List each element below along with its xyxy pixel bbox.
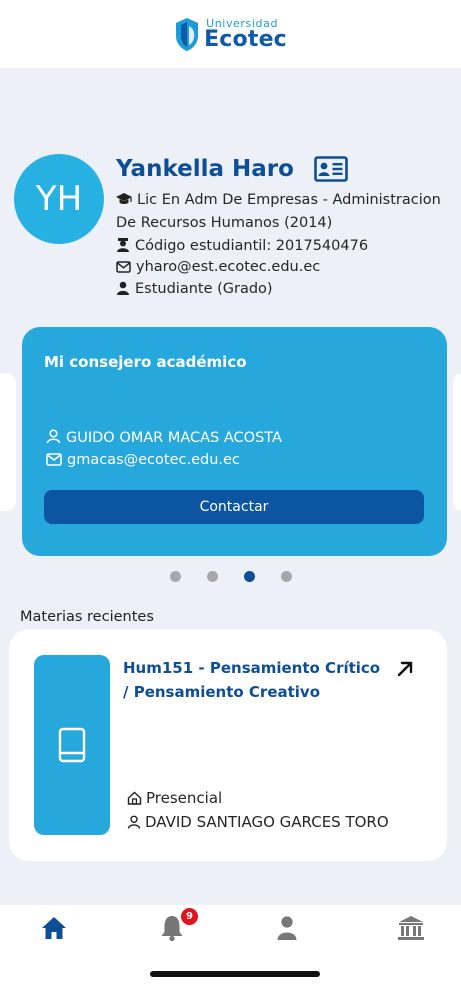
book-icon xyxy=(58,727,86,763)
career-text-1: Lic En Adm De Empresas - Administracion xyxy=(137,192,441,208)
home-outline-icon xyxy=(127,791,142,805)
advisor-email[interactable]: gmacas@ecotec.edu.ec xyxy=(67,452,240,468)
course-teacher-line: DAVID SANTIAGO GARCES TORO xyxy=(127,813,389,831)
logo-shield-icon xyxy=(176,18,199,51)
carousel-dot[interactable] xyxy=(281,571,292,582)
career-text-2: De Recursos Humanos (2014) xyxy=(116,215,333,231)
person-icon xyxy=(117,281,129,295)
course-mode: Presencial xyxy=(146,789,223,807)
university-logo: Universidad Ecotec xyxy=(174,16,287,52)
person-outline-icon xyxy=(127,815,141,829)
carousel-dot-active[interactable] xyxy=(244,571,255,582)
recent-courses-title: Materias recientes xyxy=(20,609,154,625)
avatar: YH xyxy=(14,154,104,244)
graduation-cap-icon xyxy=(116,193,132,204)
career-line-2: De Recursos Humanos (2014) xyxy=(116,215,332,231)
student-role: Estudiante (Grado) xyxy=(135,281,273,297)
id-card-icon[interactable] xyxy=(314,156,348,182)
advisor-card: Mi consejero académico GUIDO OMAR MACAS … xyxy=(22,327,447,556)
main-content: YH Yankella Haro Lic En Adm De Empresas … xyxy=(0,68,461,905)
logo-ecotec-text: Ecotec xyxy=(204,26,287,52)
course-title[interactable]: Hum151 - Pensamiento Crítico / Pensamien… xyxy=(123,656,383,704)
contact-button[interactable]: Contactar xyxy=(44,490,424,524)
carousel-next-card[interactable] xyxy=(453,373,461,511)
profile-name: Yankella Haro xyxy=(116,156,294,182)
home-icon[interactable] xyxy=(39,913,69,943)
career-line: Lic En Adm De Empresas - Administracion xyxy=(116,192,441,208)
carousel-prev-card[interactable] xyxy=(0,373,16,511)
advisor-name: GUIDO OMAR MACAS ACOSTA xyxy=(66,430,282,446)
person-outline-icon xyxy=(46,429,61,444)
course-thumbnail xyxy=(34,655,110,835)
email-line: yharo@est.ecotec.edu.ec xyxy=(116,259,320,275)
user-icon[interactable] xyxy=(272,913,302,943)
carousel-dot[interactable] xyxy=(207,571,218,582)
advisor-name-line: GUIDO OMAR MACAS ACOSTA xyxy=(46,429,282,446)
course-card[interactable]: Hum151 - Pensamiento Crítico / Pensamien… xyxy=(9,629,447,861)
advisor-title: Mi consejero académico xyxy=(44,353,247,371)
role-line: Estudiante (Grado) xyxy=(116,281,273,297)
carousel-dot[interactable] xyxy=(170,571,181,582)
course-mode-line: Presencial xyxy=(127,789,222,807)
mail-icon xyxy=(116,261,131,273)
avatar-initials: YH xyxy=(35,179,83,219)
advisor-email-line: gmacas@ecotec.edu.ec xyxy=(46,452,240,468)
student-email: yharo@est.ecotec.edu.ec xyxy=(136,259,321,275)
institution-icon[interactable] xyxy=(396,913,426,943)
arrow-up-right-icon[interactable] xyxy=(395,659,415,679)
mail-icon xyxy=(46,453,62,466)
student-code-line: Código estudiantil: 2017540476 xyxy=(116,237,368,254)
bottom-nav: 9 xyxy=(0,905,461,1000)
student-icon xyxy=(117,238,129,252)
home-indicator[interactable] xyxy=(150,971,320,977)
course-teacher: DAVID SANTIAGO GARCES TORO xyxy=(145,813,389,831)
carousel-indicator xyxy=(170,571,292,582)
notification-badge: 9 xyxy=(181,908,198,925)
app-header: Universidad Ecotec xyxy=(0,0,461,68)
student-code: Código estudiantil: 2017540476 xyxy=(135,238,369,254)
